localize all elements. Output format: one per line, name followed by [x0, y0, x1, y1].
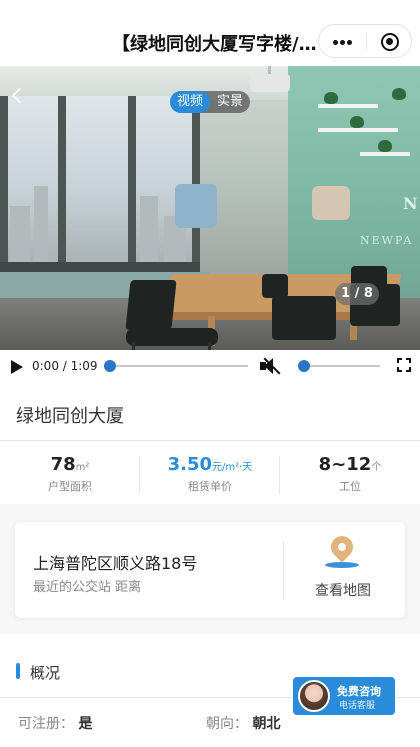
section-title-overview: 概况 [30, 664, 61, 682]
photo-chair [272, 296, 336, 340]
mute-icon[interactable] [258, 356, 282, 376]
video-controls: 0:00 / 1:09 [0, 350, 420, 382]
nav-header: 【绿地同创大厦写字楼/… [0, 0, 420, 66]
stat-value: 8~12 [318, 454, 372, 475]
more-icon[interactable] [333, 40, 353, 46]
consult-label: 免费咨询 [337, 685, 381, 698]
wall-letter: N [403, 194, 418, 213]
map-pin-icon[interactable] [326, 531, 358, 563]
consult-sublabel: 电话客服 [339, 701, 376, 711]
stat-label: 户型面积 [48, 480, 92, 493]
media-tab-switch: 视频 实景 [170, 91, 251, 113]
photo-chair [262, 274, 288, 298]
info-orientation: 朝向： 朝北 [206, 713, 280, 733]
stat-label: 工位 [339, 480, 361, 493]
stat-unit: 元/m²·天 [212, 462, 253, 473]
photo-chair [125, 280, 177, 330]
video-time: 0:00 / 1:09 [32, 359, 98, 373]
info-value: 是 [78, 716, 93, 732]
stat-unit: m² [75, 462, 90, 473]
media-viewer[interactable]: N NEWPA 视频 实景 [0, 66, 420, 350]
info-label: 朝向： [206, 716, 248, 732]
play-icon[interactable] [11, 360, 23, 374]
view-map-link[interactable]: 查看地图 [315, 580, 371, 600]
section-marker [16, 663, 20, 679]
info-label: 可注册： [18, 716, 74, 732]
info-value: 朝北 [252, 716, 281, 732]
avatar [298, 680, 330, 712]
fullscreen-icon[interactable] [397, 358, 411, 372]
divider [0, 440, 420, 441]
divider [283, 542, 284, 600]
location-card[interactable]: 上海普陀区顺义路18号 最近的公交站 距离 查看地图 [15, 522, 405, 618]
photo-sofa [175, 184, 217, 228]
stat-value: 3.50 [167, 454, 213, 475]
stat-value: 78 [50, 454, 76, 475]
stat-label: 租赁单价 [188, 480, 232, 493]
transit-info: 最近的公交站 距离 [33, 580, 142, 595]
miniprogram-capsule [318, 24, 412, 58]
page-title: 【绿地同创大厦写字楼/… [112, 34, 317, 55]
info-registrable: 可注册： 是 [18, 713, 92, 733]
stat-unit: 个 [371, 462, 382, 473]
photo-chair-seat [126, 328, 218, 346]
stat-price: 3.50元/m²·天 租赁单价 [140, 454, 280, 494]
stat-workstations: 8~12个 工位 [280, 454, 420, 494]
volume-knob[interactable] [298, 360, 310, 372]
free-consult-button[interactable]: 免费咨询 电话客服 [293, 677, 395, 715]
close-miniprogram-icon[interactable] [381, 33, 399, 51]
video-progress-knob[interactable] [104, 360, 116, 372]
capsule-divider [366, 34, 367, 50]
photo-window [0, 96, 200, 266]
photo-projector [250, 74, 290, 92]
video-progress-track[interactable] [110, 365, 248, 367]
building-name: 绿地同创大厦 [16, 406, 124, 427]
stat-area: 78m² 户型面积 [0, 454, 140, 494]
photo-bag [312, 186, 350, 220]
map-pin-base [325, 562, 359, 568]
volume-track[interactable] [310, 365, 380, 367]
tab-photos[interactable]: 实景 [210, 91, 250, 113]
address-text: 上海普陀区顺义路18号 [33, 554, 198, 573]
tab-video[interactable]: 视频 [170, 91, 211, 113]
wall-lettering: NEWPA [360, 234, 414, 247]
photo-counter: 1 / 8 [335, 283, 379, 305]
